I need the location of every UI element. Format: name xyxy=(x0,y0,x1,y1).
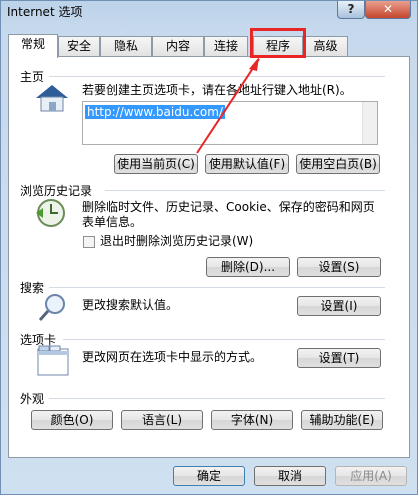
internet-options-window: Internet 选项 ? ✕ 常规 安全 隐私 内容 连接 程序 高级 主页 … xyxy=(0,0,418,495)
accessibility-button[interactable]: 辅助功能(E) xyxy=(301,410,383,430)
tabs-description: 更改网页在选项卡中显示的方式。 xyxy=(82,350,263,364)
tabs-window-icon xyxy=(37,345,69,376)
tab-security[interactable]: 安全 xyxy=(58,36,100,56)
window-title: Internet 选项 xyxy=(7,5,83,19)
divider xyxy=(105,190,385,191)
ok-button[interactable]: 确定 xyxy=(173,466,245,486)
tab-connections[interactable]: 连接 xyxy=(204,36,248,56)
history-settings-button[interactable]: 设置(S) xyxy=(297,257,381,277)
url-scrollbar[interactable] xyxy=(362,102,377,144)
use-blank-button[interactable]: 使用空白页(B) xyxy=(296,154,380,174)
help-button[interactable]: ? xyxy=(337,1,365,19)
annotation-arrow-icon xyxy=(196,57,260,154)
history-section-title: 浏览历史记录 xyxy=(20,184,93,198)
tab-privacy[interactable]: 隐私 xyxy=(100,36,152,56)
appearance-section-title: 外观 xyxy=(20,392,45,406)
tab-strip: 常规 安全 隐私 内容 连接 程序 高级 xyxy=(8,34,408,58)
apply-button[interactable]: 应用(A) xyxy=(335,466,407,486)
languages-button[interactable]: 语言(L) xyxy=(121,410,203,430)
cancel-button[interactable]: 取消 xyxy=(254,466,326,486)
delete-on-exit-checkbox[interactable] xyxy=(83,236,95,248)
title-bar: Internet 选项 ? ✕ xyxy=(1,1,417,23)
tabs-settings-button[interactable]: 设置(T) xyxy=(297,348,381,368)
tab-advanced[interactable]: 高级 xyxy=(303,36,348,56)
annotation-highlight-box xyxy=(250,28,306,58)
divider xyxy=(63,339,385,340)
tab-general[interactable]: 常规 xyxy=(8,34,58,58)
divider xyxy=(49,398,385,399)
divider xyxy=(49,287,385,288)
colors-button[interactable]: 颜色(O) xyxy=(31,410,113,430)
dialog-footer: 确定 取消 应用(A) xyxy=(1,461,417,495)
delete-on-exit-label: 退出时删除浏览历史记录(W) xyxy=(100,234,254,248)
history-description: 删除临时文件、历史记录、Cookie、保存的密码和网页表单信息。 xyxy=(82,200,375,229)
house-icon xyxy=(36,85,68,112)
search-settings-button[interactable]: 设置(I) xyxy=(297,296,381,316)
delete-history-button[interactable]: 删除(D)... xyxy=(206,257,290,277)
history-clock-icon xyxy=(36,199,65,227)
fonts-button[interactable]: 字体(N) xyxy=(211,410,293,430)
search-description: 更改搜索默认值。 xyxy=(82,298,179,312)
tab-content[interactable]: 内容 xyxy=(152,36,204,56)
use-current-button[interactable]: 使用当前页(C) xyxy=(114,154,198,174)
close-button[interactable]: ✕ xyxy=(365,1,411,19)
magnifier-icon xyxy=(38,294,65,321)
